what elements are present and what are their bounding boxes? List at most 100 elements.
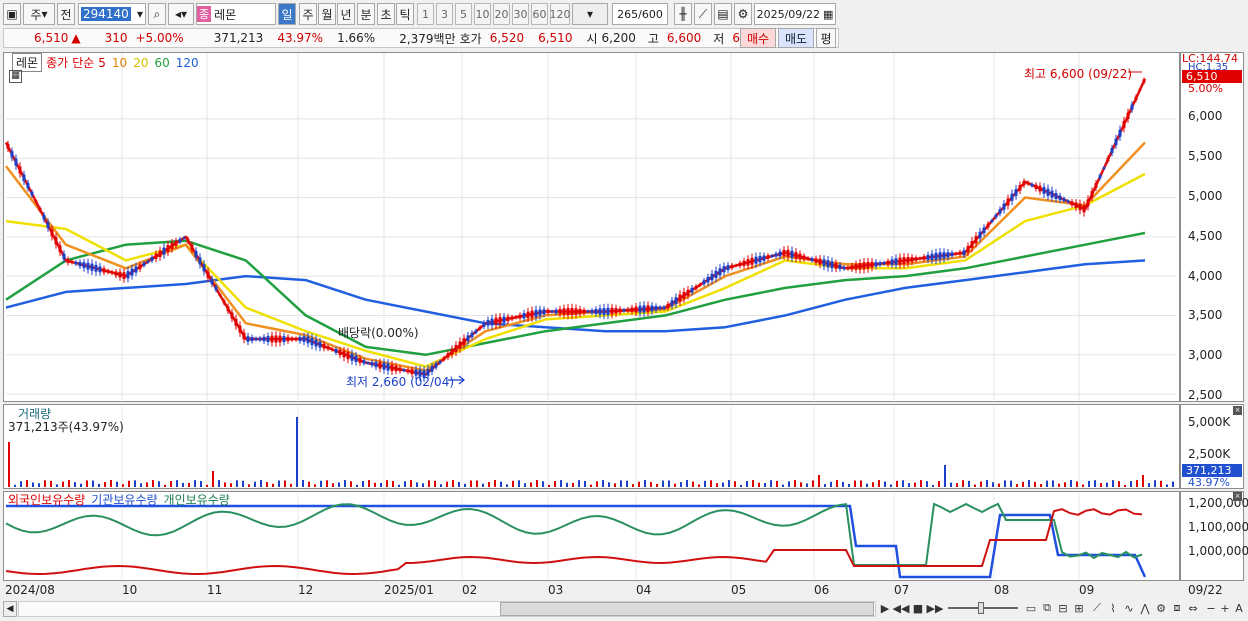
- candle-body: [90, 263, 94, 271]
- volume-bar: [242, 480, 244, 487]
- x-axis-label: 04: [636, 583, 652, 597]
- price-tick: 5,500: [1188, 149, 1223, 163]
- volume-bar: [32, 482, 34, 487]
- volume-bar: [212, 471, 214, 487]
- candle-body: [990, 219, 994, 222]
- volume-bar: [266, 482, 268, 487]
- volume-bar: [1166, 484, 1168, 487]
- volume-bar: [458, 481, 460, 487]
- volume-bar: [344, 480, 346, 487]
- window-icon[interactable]: ⊟: [1056, 601, 1070, 615]
- font-size-icon[interactable]: A: [1232, 601, 1246, 615]
- candle-body: [942, 252, 946, 259]
- candle-body: [778, 251, 782, 257]
- volume-bar: [572, 482, 574, 487]
- volume-bar: [170, 480, 172, 487]
- rewind-icon[interactable]: ◀◀: [893, 601, 910, 615]
- zigzag-icon[interactable]: ⋀: [1138, 601, 1152, 615]
- wave-icon[interactable]: ∿: [1122, 601, 1136, 615]
- fast-forward-icon[interactable]: ▶▶: [927, 601, 944, 615]
- volume-bar: [710, 480, 712, 487]
- price-tick: 4,500: [1188, 229, 1223, 243]
- candle-body: [282, 336, 286, 342]
- candle-body: [950, 252, 954, 257]
- volume-bar: [782, 484, 784, 487]
- zoom-out-icon[interactable]: −: [1204, 601, 1218, 615]
- candle-body: [690, 287, 694, 293]
- candle-body: [438, 361, 442, 364]
- candle-body: [1002, 203, 1006, 210]
- individual-holding-line: [5, 502, 1143, 566]
- candle-body: [1094, 183, 1098, 188]
- volume-bar: [200, 480, 202, 487]
- candle-body: [634, 306, 638, 313]
- link-icon[interactable]: ⧈: [1170, 601, 1184, 615]
- candle-body: [882, 262, 886, 265]
- draw-line-icon[interactable]: ⟋: [1090, 601, 1104, 615]
- zoom-in-icon[interactable]: +: [1218, 601, 1232, 615]
- candle-body: [194, 251, 198, 258]
- trend-icon[interactable]: ⌇: [1106, 601, 1120, 615]
- candle-body: [630, 307, 634, 313]
- candle-body: [250, 337, 254, 342]
- candle-body: [42, 214, 46, 220]
- legend-ma60: 60: [154, 55, 170, 70]
- scroll-left-button[interactable]: ◀: [3, 601, 17, 617]
- candle-body: [930, 253, 934, 261]
- candle-body: [638, 305, 642, 313]
- candle-body: [142, 262, 146, 266]
- volume-bar: [842, 481, 844, 487]
- candle-body: [662, 306, 666, 309]
- close-icon[interactable]: ×: [1233, 406, 1242, 415]
- candle-body: [766, 255, 770, 259]
- candle-body: [806, 257, 810, 260]
- candle-body: [210, 278, 214, 285]
- candle-body: [530, 310, 534, 318]
- candle-body: [978, 231, 982, 239]
- zoom-slider-handle[interactable]: [978, 602, 984, 614]
- candle-body: [906, 256, 910, 264]
- candle-body: [790, 250, 794, 258]
- candle-body: [566, 308, 570, 316]
- volume-bar: [1004, 480, 1006, 487]
- grid-icon[interactable]: ⊞: [1072, 601, 1086, 615]
- price-tick: 3,000: [1188, 348, 1223, 362]
- candle-body: [374, 362, 378, 368]
- candle-body: [466, 335, 470, 342]
- volume-bar: [1082, 484, 1084, 487]
- copy-icon[interactable]: ⧉: [1040, 601, 1054, 615]
- candle-body: [506, 316, 510, 322]
- candle-body: [614, 308, 618, 314]
- stop-icon[interactable]: ■: [911, 601, 925, 615]
- candle-body: [726, 265, 730, 271]
- candle-body: [526, 311, 530, 319]
- pan-icon[interactable]: ⇔: [1186, 601, 1200, 615]
- volume-bar: [908, 483, 910, 487]
- volume-bar: [452, 480, 454, 487]
- zoom-fit-icon[interactable]: ▭: [1024, 601, 1038, 615]
- candle-body: [1070, 201, 1074, 206]
- volume-bar: [602, 480, 604, 487]
- vol-tick: 2,500K: [1188, 447, 1231, 461]
- settings-icon[interactable]: ⚙: [1154, 601, 1168, 615]
- candle-body: [258, 337, 262, 341]
- candle-body: [478, 326, 482, 330]
- volume-bar: [626, 480, 628, 487]
- volume-bar: [44, 480, 46, 487]
- candle-body: [382, 362, 386, 370]
- ma-line-20: [5, 172, 1146, 368]
- volume-bar: [20, 481, 22, 487]
- close-icon[interactable]: ×: [1233, 492, 1242, 501]
- volume-bar: [140, 483, 142, 487]
- volume-bar: [8, 442, 10, 487]
- scroll-right-icon[interactable]: ▶: [878, 601, 892, 615]
- candle-body: [62, 253, 66, 260]
- volume-bar: [62, 481, 64, 487]
- table-icon[interactable]: ▦: [9, 70, 22, 83]
- candle-body: [378, 362, 382, 369]
- volume-bar: [938, 481, 940, 487]
- volume-bar: [440, 484, 442, 487]
- candle-body: [1026, 181, 1030, 185]
- scrollbar-thumb[interactable]: [500, 602, 874, 616]
- foreign-holding-line: [5, 508, 1143, 576]
